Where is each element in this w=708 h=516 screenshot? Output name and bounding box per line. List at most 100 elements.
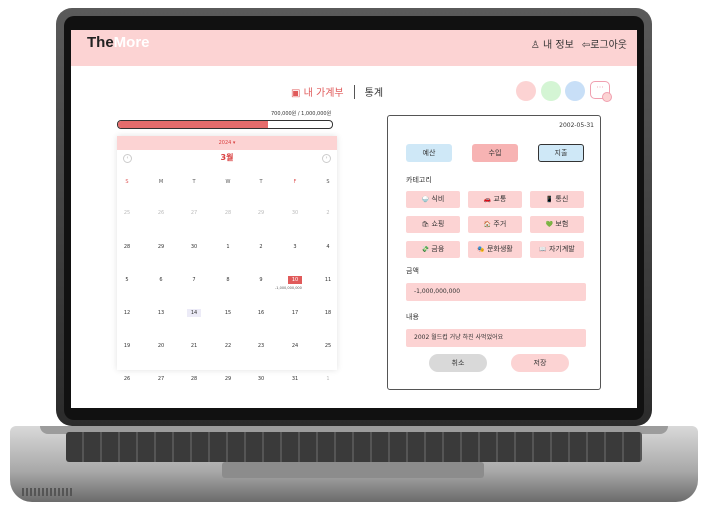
category-label-text: 교통 [493,195,507,203]
calendar-day[interactable]: 29 [221,375,235,383]
calendar-day[interactable]: 13 [154,309,168,317]
calendar-day[interactable]: 6 [154,276,168,284]
calendar-day[interactable]: 18 [321,309,335,317]
logout-icon: ⇦ [581,40,591,51]
laptop-touchpad [222,462,484,478]
calendar-day[interactable]: 1 [321,375,335,383]
wallet-icon: ▣ [291,88,301,99]
theme-green-button[interactable] [541,81,561,101]
calendar-day[interactable]: 1 [221,243,235,251]
app-header: TheMore ♙ 내 정보 ⇦로그아웃 [71,30,637,66]
category-button[interactable]: 🛍 쇼핑 [406,216,460,233]
weekday-header: S [125,179,129,185]
laptop-keyboard [66,432,642,462]
calendar-day[interactable]: 27 [187,209,201,217]
weekday-header: S [326,179,330,185]
amount-input[interactable]: -1,000,000,000 [406,283,586,301]
calendar-day[interactable]: 24 [288,342,302,350]
cancel-button[interactable]: 취소 [429,354,487,372]
weekday-header: T [259,179,263,185]
calendar-day[interactable]: 5 [120,276,134,284]
my-info-link[interactable]: ♙ 내 정보 [531,36,574,51]
calendar-day[interactable]: 9 [254,276,268,284]
calendar-day[interactable]: 27 [154,375,168,383]
calendar-day[interactable]: 22 [221,342,235,350]
calendar-day[interactable]: 19 [120,342,134,350]
calendar-day[interactable]: 28 [221,209,235,217]
calendar-day[interactable]: 26 [120,375,134,383]
category-label-text: 문화생활 [486,245,513,253]
calendar-day[interactable]: 28 [187,375,201,383]
category-icon: 📱 [545,196,554,203]
calendar-day[interactable]: 26 [154,209,168,217]
category-icon: 💸 [421,246,430,253]
calendar-day[interactable]: 25 [321,342,335,350]
tab-ledger[interactable]: ▣ 내 가계부 [291,84,344,99]
tab-stats[interactable]: 통계 [365,84,383,99]
category-icon: 🍚 [421,196,430,203]
budget-progress-fill [118,121,268,128]
calendar-day[interactable]: 10 [288,276,302,284]
main-tabs: ▣ 내 가계부 통계 [291,84,383,99]
calendar-day[interactable]: 29 [154,243,168,251]
header-nav: ♙ 내 정보 ⇦로그아웃 [531,36,627,51]
app-logo[interactable]: TheMore [87,34,150,51]
tab-divider [353,84,355,99]
calendar-day[interactable]: 30 [288,209,302,217]
calendar-day[interactable]: 30 [187,243,201,251]
amount-label: 금액 [406,267,419,275]
calendar-day[interactable]: 3 [288,243,302,251]
category-icon: 🚗 [483,196,492,203]
calendar-day[interactable]: 7 [187,276,201,284]
calendar-grid: S M T W T F S 25 26 27 28 29 30 2 28 29 30 1 2 3 4 5 6 7 8 9 10 11 1… [117,136,337,382]
weekday-header: T [192,179,196,185]
category-label-text: 쇼핑 [431,220,445,228]
category-icon: 🛍 [421,221,430,228]
calendar-day[interactable]: 11 [321,276,335,284]
category-label-text: 보험 [555,220,569,228]
weekday-header: W [225,179,231,185]
calendar-day[interactable]: 23 [254,342,268,350]
category-button[interactable]: 🚗 교통 [468,191,522,208]
category-icon: 📖 [539,246,547,253]
day-expense-amount: -1,000,000,000 [275,286,302,290]
logout-link[interactable]: ⇦로그아웃 [582,36,627,51]
calendar-day[interactable]: 8 [221,276,235,284]
calendar-day[interactable]: 31 [288,375,302,383]
calendar-day[interactable]: 4 [321,243,335,251]
category-button[interactable]: 📱 통신 [530,191,584,208]
calendar-day[interactable]: 25 [120,209,134,217]
calendar-day[interactable]: 14 [187,309,201,317]
calendar-day[interactable]: 2 [254,243,268,251]
category-label-text: 자기계발 [548,245,575,253]
category-icon: 🏠 [483,221,492,228]
calendar-day[interactable]: 12 [120,309,134,317]
memo-input[interactable]: 2002 월드컵 거냥 하진 사먹었어요 [406,329,586,347]
category-button[interactable]: 📖 자기계발 [530,241,584,258]
category-button[interactable]: 💚 보험 [530,216,584,233]
tab-ledger-label: 내 가계부 [303,88,344,99]
theme-blue-button[interactable] [565,81,585,101]
calendar-day[interactable]: 29 [254,209,268,217]
category-button[interactable]: 💸 금융 [406,241,460,258]
category-label-text: 식비 [431,195,445,203]
category-button[interactable]: 🎭 문화생활 [468,241,522,258]
calendar-day[interactable]: 17 [288,309,302,317]
logo-more: More [113,34,150,51]
category-icon: 💚 [545,221,554,228]
calendar-day[interactable]: 16 [254,309,268,317]
calendar-day[interactable]: 20 [154,342,168,350]
category-button[interactable]: 🍚 식비 [406,191,460,208]
calendar-day[interactable]: 2 [321,209,335,217]
calendar-day[interactable]: 30 [254,375,268,383]
calendar-day[interactable]: 15 [221,309,235,317]
laptop-vent [22,488,72,496]
calendar: 2024 ▾ ‹ 3월 › S M T W T F S 25 26 27 28 29 30 2 28 29 30… [117,136,337,382]
category-button[interactable]: 🏠 주거 [468,216,522,233]
save-button[interactable]: 저장 [511,354,569,372]
category-label-text: 통신 [555,195,569,203]
theme-pink-button[interactable] [516,81,536,101]
logout-label: 로그아웃 [590,40,627,51]
calendar-day[interactable]: 21 [187,342,201,350]
calendar-day[interactable]: 28 [120,243,134,251]
